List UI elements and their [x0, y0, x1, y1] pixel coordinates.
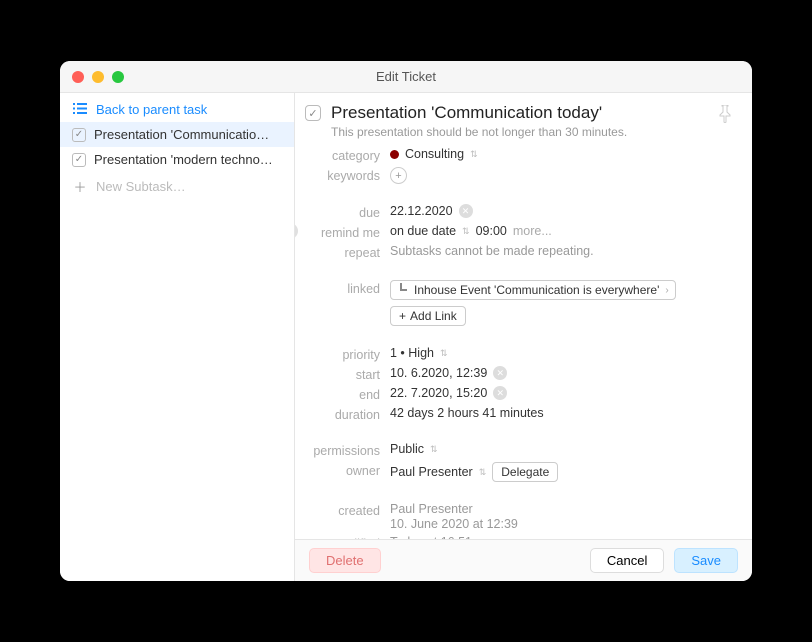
ticket-header: ✓ Presentation 'Communication today' Thi…: [305, 103, 736, 139]
remind-option: on due date: [390, 224, 456, 238]
clear-end-button[interactable]: ✕: [493, 386, 507, 400]
label-duration: duration: [305, 406, 390, 422]
label-start: start: [305, 366, 390, 382]
delete-button[interactable]: Delete: [309, 548, 381, 573]
sidebar-item-1[interactable]: ✓ Presentation 'modern techno…: [60, 147, 294, 172]
fields-grid: category Consulting ⇅ keywords + due 22.…: [305, 147, 736, 539]
start-value[interactable]: 10. 6.2020, 12:39 ✕: [390, 366, 736, 380]
sidebar-item-0[interactable]: ✓ Presentation 'Communicatio…: [60, 122, 294, 147]
label-permissions: permissions: [305, 442, 390, 458]
linked-value: Inhouse Event 'Communication is everywhe…: [390, 280, 736, 326]
stepper-icon[interactable]: ⇅: [462, 227, 470, 236]
new-subtask-label: New Subtask…: [96, 179, 282, 194]
permissions-value[interactable]: Public ⇅: [390, 442, 736, 456]
stepper-icon[interactable]: ⇅: [470, 150, 478, 159]
category-color-dot: [390, 150, 399, 159]
window-body: Back to parent task ✓ Presentation 'Comm…: [60, 93, 752, 581]
label-created: created: [305, 502, 390, 518]
back-label: Back to parent task: [96, 102, 282, 117]
add-keyword-button[interactable]: +: [390, 167, 407, 184]
cancel-button[interactable]: Cancel: [590, 548, 664, 573]
add-link-button[interactable]: + Add Link: [390, 306, 466, 326]
repeat-note: Subtasks cannot be made repeating.: [390, 244, 736, 258]
owner-value[interactable]: Paul Presenter ⇅ Delegate: [390, 462, 736, 482]
traffic-lights: [60, 71, 124, 83]
linked-item-text: Inhouse Event 'Communication is everywhe…: [414, 283, 659, 297]
clear-due-button[interactable]: ✕: [459, 204, 473, 218]
permissions-text: Public: [390, 442, 424, 456]
checkbox-icon[interactable]: ✓: [72, 153, 86, 167]
titlebar: Edit Ticket: [60, 61, 752, 93]
list-icon: [72, 102, 88, 117]
plus-icon: +: [399, 309, 406, 323]
checkbox-icon[interactable]: ✓: [72, 128, 86, 142]
sidebar-item-label: Presentation 'modern techno…: [94, 152, 282, 167]
label-end: end: [305, 386, 390, 402]
title-group: Presentation 'Communication today' This …: [331, 103, 704, 139]
remind-more-link[interactable]: more...: [513, 224, 552, 238]
sidebar-item-label: Presentation 'Communicatio…: [94, 127, 282, 142]
pin-icon[interactable]: [714, 103, 736, 130]
label-due: due: [305, 204, 390, 220]
ticket-subtitle[interactable]: This presentation should be not longer t…: [331, 125, 704, 139]
stepper-icon[interactable]: ⇅: [430, 445, 438, 454]
duration-value: 42 days 2 hours 41 minutes: [390, 406, 736, 420]
category-value[interactable]: Consulting ⇅: [390, 147, 736, 161]
ticket-title[interactable]: Presentation 'Communication today': [331, 103, 704, 123]
zoom-window-button[interactable]: [112, 71, 124, 83]
stepper-icon[interactable]: ⇅: [479, 468, 487, 477]
keywords-value[interactable]: +: [390, 167, 736, 184]
footer: Delete Cancel Save: [295, 539, 752, 581]
created-by: Paul Presenter: [390, 502, 473, 516]
category-text: Consulting: [405, 147, 464, 161]
priority-text: 1 • High: [390, 346, 434, 360]
save-button[interactable]: Save: [674, 548, 738, 573]
end-text: 22. 7.2020, 15:20: [390, 386, 487, 400]
label-owner: owner: [305, 462, 390, 478]
owner-text: Paul Presenter: [390, 465, 473, 479]
stepper-icon[interactable]: ⇅: [440, 349, 448, 358]
label-category: category: [305, 147, 390, 163]
delegate-button[interactable]: Delegate: [492, 462, 558, 482]
remind-time: 09:00: [476, 224, 507, 238]
due-date: 22.12.2020: [390, 204, 453, 218]
minimize-window-button[interactable]: [92, 71, 104, 83]
label-keywords: keywords: [305, 167, 390, 183]
label-linked: linked: [305, 280, 390, 296]
window-title: Edit Ticket: [60, 69, 752, 84]
priority-value[interactable]: 1 • High ⇅: [390, 346, 736, 360]
content-area: ✓ Presentation 'Communication today' Thi…: [295, 93, 752, 539]
label-repeat: repeat: [305, 244, 390, 260]
due-value[interactable]: 22.12.2020 ✕: [390, 204, 736, 218]
back-to-parent-link[interactable]: Back to parent task: [60, 97, 294, 122]
window: Edit Ticket Back to parent task ✓ Presen…: [60, 61, 752, 581]
clear-start-button[interactable]: ✕: [493, 366, 507, 380]
label-priority: priority: [305, 346, 390, 362]
ticket-checkbox[interactable]: ✓: [305, 105, 321, 121]
start-text: 10. 6.2020, 12:39: [390, 366, 487, 380]
linked-item-pill[interactable]: Inhouse Event 'Communication is everywhe…: [390, 280, 676, 300]
created-at: 10. June 2020 at 12:39: [390, 517, 518, 531]
main-panel: ✓ Presentation 'Communication today' Thi…: [295, 93, 752, 581]
end-value[interactable]: 22. 7.2020, 15:20 ✕: [390, 386, 736, 400]
link-arrow-icon: [397, 283, 408, 297]
created-value: Paul Presenter 10. June 2020 at 12:39: [390, 502, 736, 531]
remind-value[interactable]: − on due date ⇅ 09:00 more...: [390, 224, 736, 238]
add-link-label: Add Link: [410, 309, 457, 323]
label-remind: remind me: [305, 224, 390, 240]
new-subtask-button[interactable]: ＋ New Subtask…: [60, 172, 294, 201]
plus-icon: ＋: [72, 177, 88, 196]
remove-reminder-button[interactable]: −: [295, 223, 298, 239]
chevron-right-icon: ›: [665, 285, 668, 296]
close-window-button[interactable]: [72, 71, 84, 83]
sidebar: Back to parent task ✓ Presentation 'Comm…: [60, 93, 295, 581]
